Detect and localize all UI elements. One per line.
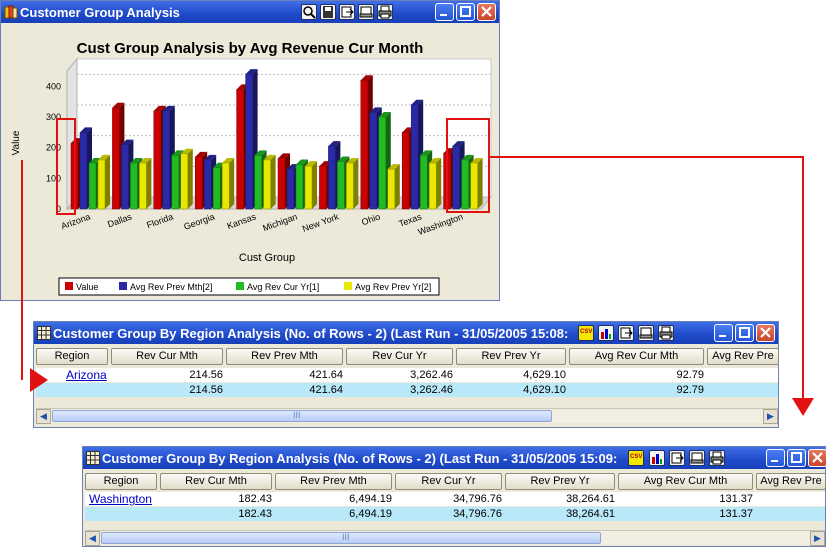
callout-arrows	[21, 156, 814, 416]
arrow-head-washington-icon	[792, 398, 814, 416]
arrow-head-arizona-icon	[30, 368, 48, 392]
callout-line-washington	[490, 156, 804, 398]
